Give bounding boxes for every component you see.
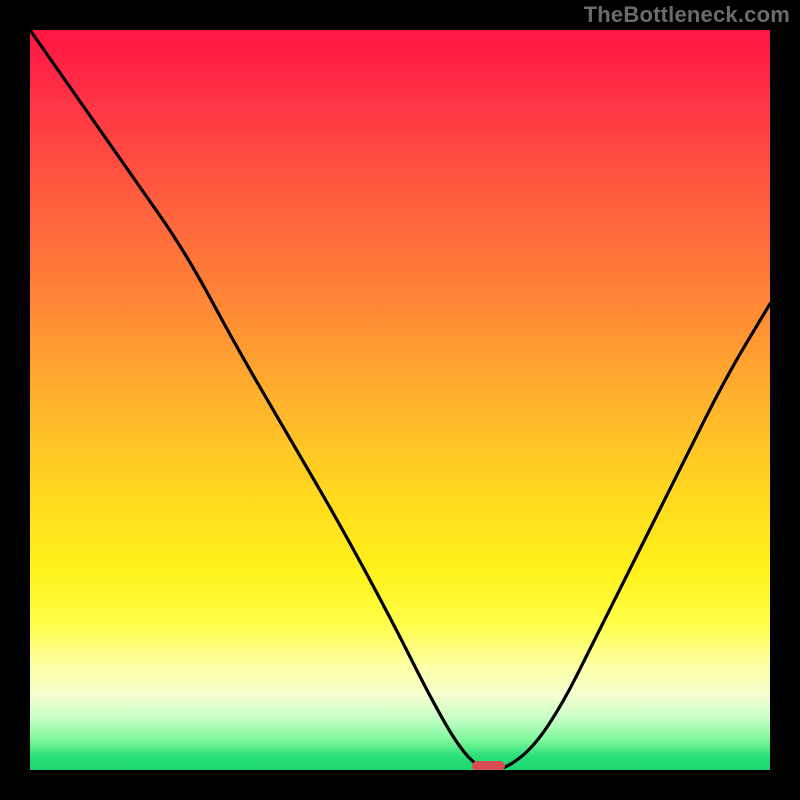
bottleneck-curve [30, 30, 770, 770]
attribution-label: TheBottleneck.com [584, 2, 790, 28]
chart-canvas: TheBottleneck.com [0, 0, 800, 800]
plot-area [30, 30, 770, 770]
optimum-marker [472, 761, 505, 770]
